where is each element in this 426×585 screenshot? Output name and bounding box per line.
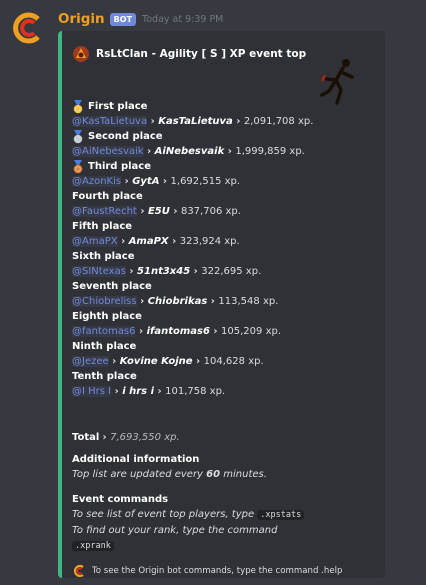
field-additional-info: Additional information Top list are upda…	[72, 452, 377, 482]
leaderboard-entry: Eighth place @fantomas6 › ifantomas6 › 10…	[72, 309, 372, 339]
silver-medal-icon	[73, 129, 83, 143]
leaderboard-entry: First place @KasTaLietuva › KasTaLietuva …	[72, 99, 372, 129]
place-title: Fourth place	[72, 191, 143, 202]
timestamp: Today at 9:39 PM	[142, 13, 224, 25]
xp-value: 323,924 xp.	[179, 236, 240, 247]
code-xpstats: .xpstats	[257, 510, 305, 520]
user-mention[interactable]: @KasTaLietuva	[72, 116, 148, 127]
place-title: Fifth place	[72, 221, 133, 232]
leaderboard-entry: Third place @AzonKis › GytA › 1,692,515 x…	[72, 159, 372, 189]
leaderboard-entry: Fourth place @FaustRecht › E5U › 837,706 …	[72, 189, 372, 219]
xp-value: 101,758 xp.	[165, 386, 226, 397]
place-title: Seventh place	[72, 281, 152, 292]
place-title: Third place	[72, 159, 372, 174]
place-line: @KasTaLietuva › KasTaLietuva › 2,091,708…	[72, 116, 314, 127]
clan-icon	[73, 46, 89, 62]
player-name: i hrs i	[122, 386, 155, 397]
field-event-commands: Event commands To see list of event top …	[72, 492, 377, 554]
username[interactable]: Origin	[58, 11, 105, 27]
embed-accent-bar	[58, 31, 62, 578]
user-mention[interactable]: @SINtexas	[72, 266, 126, 277]
place-title: Eighth place	[72, 311, 142, 322]
bot-tag: BOT	[109, 12, 137, 26]
user-mention[interactable]: @AiNebesvaik	[72, 146, 144, 157]
place-title: Second place	[72, 129, 372, 144]
user-mention[interactable]: @AmaPX	[72, 236, 118, 247]
player-name: E5U	[147, 206, 170, 217]
field-name: Event commands	[72, 494, 169, 505]
player-name: 51nt3x45	[137, 266, 191, 277]
user-mention[interactable]: @Chiobreliss	[72, 296, 137, 307]
update-minutes: 60	[206, 469, 221, 480]
place-line: @FaustRecht › E5U › 837,706 xp.	[72, 206, 241, 217]
player-name: AiNebesvaik	[154, 146, 225, 157]
code-xprank: .xprank	[72, 541, 114, 551]
place-line: @SINtexas › 51nt3x45 › 322,695 xp.	[72, 266, 262, 277]
total-line: Total › 7,693,550 xp.	[72, 432, 180, 443]
xp-value: 113,548 xp.	[218, 296, 279, 307]
xp-value: 104,628 xp.	[203, 356, 264, 367]
leaderboard-entry: Tenth place @I Hrs I › i hrs i › 101,758 …	[72, 369, 372, 399]
xp-value: 1,692,515 xp.	[170, 176, 241, 187]
player-name: AmaPX	[128, 236, 169, 247]
player-name: ifantomas6	[146, 326, 210, 337]
leaderboard-entry: Second place @AiNebesvaik › AiNebesvaik ›…	[72, 129, 372, 159]
place-line: @fantomas6 › ifantomas6 › 105,209 xp.	[72, 326, 282, 337]
xp-value: 105,209 xp.	[221, 326, 282, 337]
place-title: First place	[72, 99, 372, 114]
xp-value: 837,706 xp.	[180, 206, 241, 217]
player-name: Kovine Kojne	[119, 356, 193, 367]
total-value: 7,693,550 xp.	[110, 432, 180, 443]
message-header: Origin BOT Today at 9:39 PM	[58, 10, 223, 28]
xp-value: 2,091,708 xp.	[243, 116, 314, 127]
field-value: Top list are updated every 60 minutes.	[72, 469, 267, 480]
place-line: @AmaPX › AmaPX › 323,924 xp.	[72, 236, 240, 247]
gold-medal-icon	[73, 99, 83, 113]
place-line: @Jezee › Kovine Kojne › 104,628 xp.	[72, 356, 264, 367]
leaderboard-entry: Sixth place @SINtexas › 51nt3x45 › 322,69…	[72, 249, 372, 279]
user-mention[interactable]: @AzonKis	[72, 176, 122, 187]
xp-value: 1,999,859 xp.	[235, 146, 305, 157]
place-title: Sixth place	[72, 251, 135, 262]
embed-footer: To see the Origin bot commands, type the…	[72, 564, 342, 578]
bot-avatar[interactable]	[10, 10, 46, 46]
footer-text: To see the Origin bot commands, type the…	[92, 566, 343, 576]
player-name: GytA	[132, 176, 160, 187]
place-line: @AiNebesvaik › AiNebesvaik › 1,999,859 x…	[72, 146, 305, 157]
user-mention[interactable]: @Jezee	[72, 356, 109, 367]
leaderboard-entry: Seventh place @Chiobreliss › Chiobrikas ›…	[72, 279, 372, 309]
user-mention[interactable]: @I Hrs I	[72, 386, 112, 397]
player-name: KasTaLietuva	[158, 116, 233, 127]
bronze-medal-icon	[73, 159, 83, 173]
xp-value: 322,695 xp.	[201, 266, 262, 277]
embed-author-name: RsLtClan - Agility [ S ] XP event top	[96, 48, 307, 60]
place-line: @AzonKis › GytA › 1,692,515 xp.	[72, 176, 241, 187]
field-name: Additional information	[72, 454, 200, 465]
user-mention[interactable]: @FaustRecht	[72, 206, 137, 217]
top-list: First place @KasTaLietuva › KasTaLietuva …	[72, 99, 372, 399]
place-line: @I Hrs I › i hrs i › 101,758 xp.	[72, 386, 226, 397]
place-title: Tenth place	[72, 371, 137, 382]
total-label: Total	[72, 432, 100, 443]
place-line: @Chiobreliss › Chiobrikas › 113,548 xp.	[72, 296, 279, 307]
embed: RsLtClan - Agility [ S ] XP event top Fi…	[58, 31, 385, 578]
place-title: Ninth place	[72, 341, 137, 352]
leaderboard-entry: Fifth place @AmaPX › AmaPX › 323,924 xp.	[72, 219, 372, 249]
leaderboard-entry: Ninth place @Jezee › Kovine Kojne › 104,6…	[72, 339, 372, 369]
player-name: Chiobrikas	[147, 296, 208, 307]
user-mention[interactable]: @fantomas6	[72, 326, 136, 337]
origin-logo-icon	[73, 564, 84, 578]
